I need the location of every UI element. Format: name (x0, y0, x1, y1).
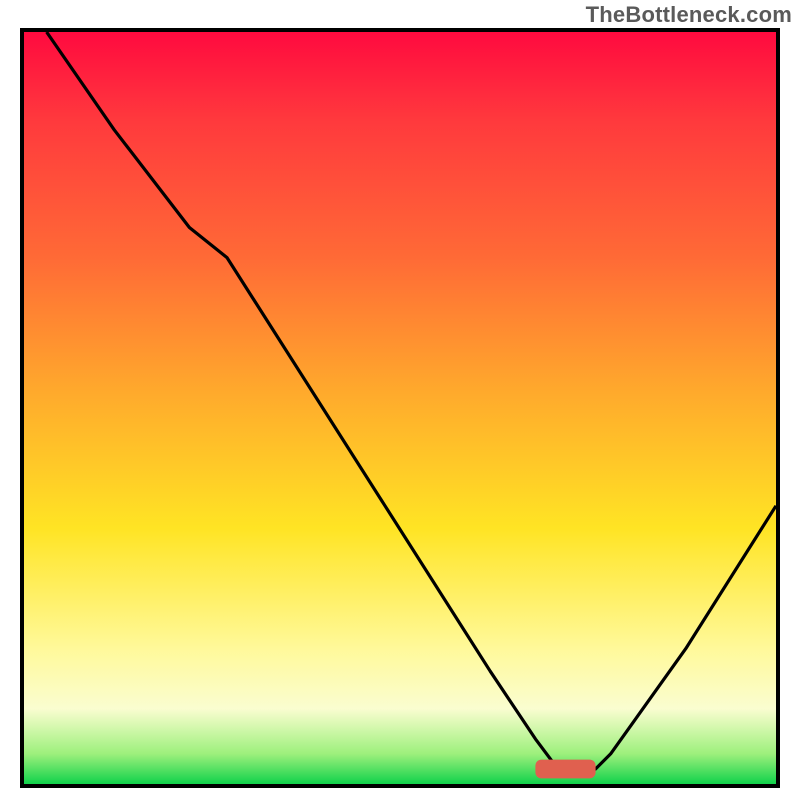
chart-frame: TheBottleneck.com (0, 0, 800, 800)
optimal-marker (535, 760, 595, 779)
bottleneck-curve (47, 32, 776, 769)
watermark-text: TheBottleneck.com (586, 2, 792, 28)
plot-area (20, 28, 780, 788)
curve-overlay (24, 32, 776, 784)
